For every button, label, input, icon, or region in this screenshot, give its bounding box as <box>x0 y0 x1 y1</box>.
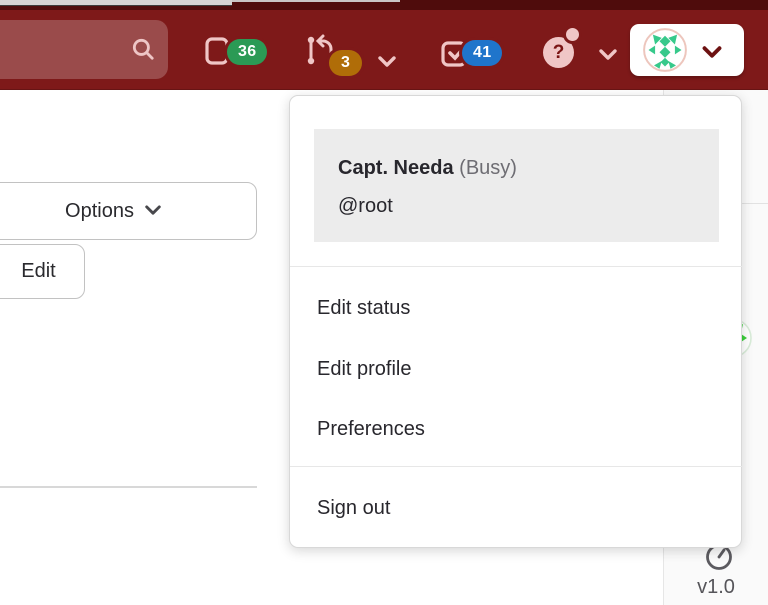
version-label: v1.0 <box>663 576 768 599</box>
user-status: (Busy) <box>459 157 517 179</box>
menu-item-preferences[interactable]: Preferences <box>317 416 717 442</box>
issues-button[interactable]: 36 <box>205 37 290 69</box>
chevron-down-icon <box>144 200 162 223</box>
menu-divider <box>290 266 743 267</box>
edit-button[interactable]: Edit <box>0 244 85 299</box>
chevron-down-icon <box>598 48 618 67</box>
user-dropdown-menu: Capt. Needa (Busy) @root Edit status Edi… <box>289 95 742 548</box>
user-avatar-icon <box>643 28 687 72</box>
issues-count-badge: 36 <box>227 39 267 65</box>
merge-requests-button[interactable]: 3 <box>306 34 401 70</box>
menu-divider <box>290 466 743 467</box>
notification-dot-icon <box>563 25 582 44</box>
chevron-down-icon <box>701 45 723 65</box>
menu-item-sign-out[interactable]: Sign out <box>317 495 717 521</box>
user-username: @root <box>338 187 719 225</box>
user-name-line: Capt. Needa (Busy) <box>338 149 719 187</box>
user-name: Capt. Needa <box>338 157 454 179</box>
window-chrome-line <box>232 0 400 2</box>
help-glyph: ? <box>553 42 565 64</box>
content-divider <box>0 486 257 488</box>
user-menu-button[interactable] <box>630 24 744 76</box>
menu-item-edit-status[interactable]: Edit status <box>317 295 717 321</box>
user-info-box: Capt. Needa (Busy) @root <box>314 129 719 242</box>
search-icon <box>130 36 156 62</box>
menu-item-edit-profile[interactable]: Edit profile <box>317 356 717 382</box>
issues-icon <box>205 37 229 65</box>
todos-count-badge: 41 <box>462 40 502 66</box>
screen: v1.0 Options Edit Capt. Needa (Busy) @ro… <box>0 0 768 605</box>
todos-button[interactable]: 41 <box>441 37 526 69</box>
help-button[interactable]: ? <box>543 37 621 73</box>
search-input[interactable] <box>0 20 168 79</box>
edit-button-label: Edit <box>21 260 55 283</box>
options-button-label: Options <box>65 200 134 223</box>
merge-requests-count-badge: 3 <box>329 50 362 76</box>
options-button[interactable]: Options <box>0 182 257 240</box>
top-navbar: 36 3 41 <box>0 10 768 90</box>
window-chrome-bar <box>0 0 232 6</box>
chevron-down-icon <box>377 55 397 74</box>
